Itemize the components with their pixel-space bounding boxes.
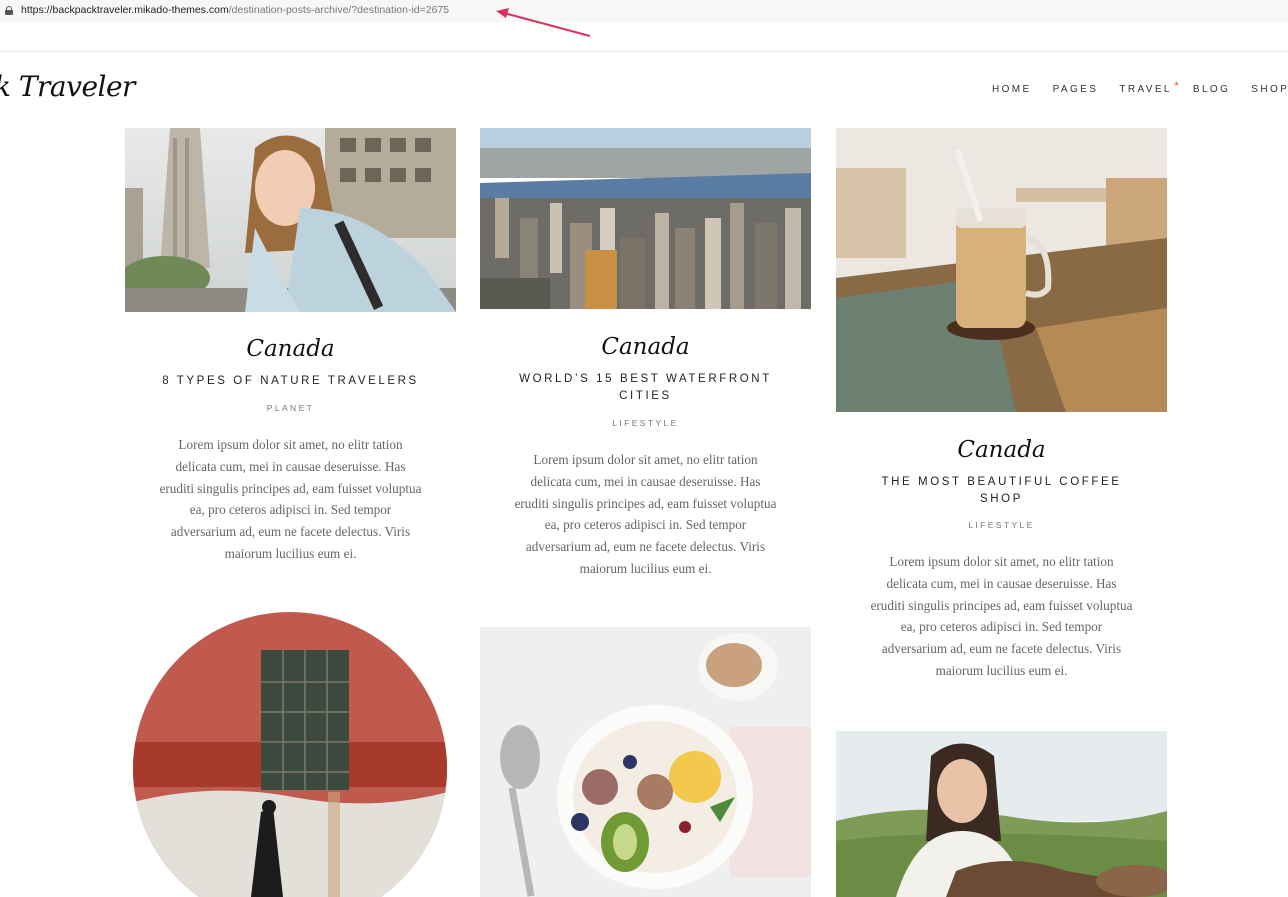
post-destination[interactable]: Canada	[836, 437, 1167, 463]
nav-pages[interactable]: PAGES	[1053, 84, 1099, 95]
post-image-city-skyline[interactable]	[480, 128, 811, 309]
header-divider	[0, 51, 1288, 52]
post-destination[interactable]: Canada	[480, 334, 811, 360]
post-title[interactable]: 8 TYPES OF NATURE TRAVELERS	[150, 373, 431, 390]
url-host: https://backpacktraveler.mikado-themes.c…	[21, 4, 229, 16]
post-category[interactable]: PLANET	[200, 403, 381, 413]
post-image-smiling-woman[interactable]	[836, 731, 1167, 897]
address-bar[interactable]: https://backpacktraveler.mikado-themes.c…	[0, 0, 1288, 22]
site-logo[interactable]: k Traveler	[0, 70, 135, 103]
nav-shop[interactable]: SHOP	[1251, 84, 1288, 95]
main-nav: HOME PAGES TRAVEL * BLOG SHOP	[992, 79, 1288, 95]
post-title[interactable]: THE MOST BEAUTIFUL COFFEE SHOP	[866, 474, 1137, 508]
url-text[interactable]: https://backpacktraveler.mikado-themes.c…	[21, 4, 449, 16]
post-image-red-wall-circle[interactable]	[133, 612, 448, 897]
annotation-arrow-icon	[496, 8, 591, 37]
post-excerpt: Lorem ipsum dolor sit amet, no elitr tat…	[514, 452, 777, 576]
post-image-woman-selfie[interactable]	[125, 128, 456, 312]
url-path: /destination-posts-archive/?destination-…	[228, 4, 450, 16]
lock-icon	[5, 6, 13, 15]
post-category[interactable]: LIFESTYLE	[911, 520, 1092, 530]
post-destination[interactable]: Canada	[125, 336, 456, 362]
post-image-iced-coffee[interactable]	[836, 128, 1167, 412]
nav-travel-label: TRAVEL	[1119, 84, 1172, 95]
nav-home[interactable]: HOME	[992, 84, 1032, 95]
new-marker-icon: *	[1174, 79, 1179, 93]
post-excerpt: Lorem ipsum dolor sit amet, no elitr tat…	[870, 554, 1133, 678]
post-category[interactable]: LIFESTYLE	[555, 418, 736, 428]
post-excerpt: Lorem ipsum dolor sit amet, no elitr tat…	[159, 437, 422, 561]
post-title[interactable]: WORLD’S 15 BEST WATERFRONT CITIES	[510, 371, 781, 405]
nav-blog[interactable]: BLOG	[1193, 84, 1230, 95]
nav-travel[interactable]: TRAVEL *	[1119, 79, 1179, 95]
post-image-fruit-bowl[interactable]	[480, 627, 811, 897]
